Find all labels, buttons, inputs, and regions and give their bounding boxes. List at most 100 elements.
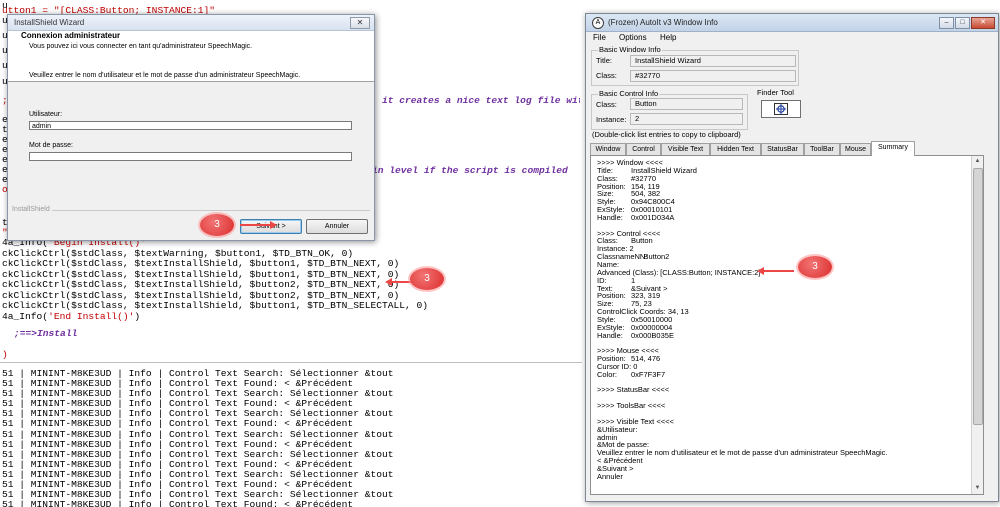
summary-value: [CLASS:Button; INSTANCE:2] <box>631 267 761 277</box>
code-line: ckClickCtrl($stdClass, $textInstallShiel… <box>2 301 428 311</box>
summary-value: Button <box>631 236 653 246</box>
summary-panel[interactable]: >>>> Window <<<< Title: InstallShield Wiza… <box>590 155 984 495</box>
summary-line[interactable]: Class: Button <box>591 237 983 245</box>
brand-divider <box>52 210 370 211</box>
summary-value: 0x000B035E <box>631 330 674 340</box>
summary-line[interactable]: >>>> Visible Text <<<< <box>591 417 983 426</box>
password-label: Mot de passe: <box>29 142 73 149</box>
tab-summary[interactable]: Summary <box>871 141 915 156</box>
basic-control-info-label: Basic Control Info <box>598 89 660 98</box>
step-badge: 3 <box>798 256 832 278</box>
window-class-field[interactable]: #32770 <box>630 70 796 82</box>
tab-mouse[interactable]: Mouse <box>840 143 871 155</box>
summary-value: 0x001D034A <box>631 212 675 222</box>
code-line: ckClickCtrl($stdClass, $textInstallShiel… <box>2 280 399 290</box>
summary-key: Annuler <box>597 471 623 481</box>
editor-close-paren: ) <box>2 349 8 360</box>
user-input[interactable]: admin <box>29 121 352 130</box>
minimize-icon[interactable]: – <box>939 17 954 29</box>
window-title-label: Title: <box>596 56 612 65</box>
autoit-app-icon: A <box>592 17 604 29</box>
menu-file[interactable]: File <box>593 33 606 42</box>
code-text: ckClickCtrl($stdClass, $textInstallShiel… <box>2 289 400 301</box>
tab-statusbar[interactable]: StatusBar <box>761 143 804 155</box>
autoit-titlebar[interactable]: A (Frozen) AutoIt v3 Window Info – □ ✕ <box>586 14 998 32</box>
summary-line[interactable]: >>>> StatusBar <<<< <box>591 386 983 394</box>
scroll-down-icon[interactable]: ▼ <box>973 484 982 493</box>
window-title-field[interactable]: InstallShield Wizard <box>630 55 796 67</box>
summary-line[interactable]: &Suivant > <box>591 464 983 473</box>
code-line: ckClickCtrl($stdClass, $textInstallShiel… <box>2 259 399 269</box>
maximize-icon[interactable]: □ <box>955 17 970 29</box>
scroll-thumb[interactable] <box>973 168 983 425</box>
user-label: Utilisateur: <box>29 111 63 118</box>
editor-install-comment: ;==>Install <box>14 328 78 339</box>
tab-hidden-text[interactable]: Hidden Text <box>710 143 761 155</box>
menu-help[interactable]: Help <box>660 33 676 42</box>
finder-tool-label: Finder Tool <box>757 88 794 97</box>
scroll-up-icon[interactable]: ▲ <box>973 157 982 166</box>
basic-window-info-label: Basic Window Info <box>598 45 662 54</box>
summary-line[interactable]: admin <box>591 433 983 442</box>
control-class-label: Class: <box>596 100 617 109</box>
finder-tool[interactable] <box>761 100 801 118</box>
code-text: ) <box>134 310 141 322</box>
summary-line[interactable]: Color: 0xF7F3F7 <box>591 369 983 379</box>
code-string: 'End Install()' <box>48 310 135 322</box>
window-class-label: Class: <box>596 71 617 80</box>
summary-key: Handle: <box>597 330 623 340</box>
autoit-title: (Frozen) AutoIt v3 Window Info <box>608 18 718 27</box>
installshield-dialog[interactable]: InstallShield Wizard ✕ Connexion adminis… <box>7 14 375 241</box>
step-badge: 3 <box>200 214 234 236</box>
crosshair-icon <box>774 103 788 115</box>
control-instance-field[interactable]: 2 <box>630 113 743 125</box>
copy-hint: (Double-click list entries to copy to cl… <box>592 130 741 139</box>
code-text: ckClickCtrl($stdClass, $textInstallShiel… <box>2 300 429 311</box>
cancel-button[interactable]: Annuler <box>306 219 368 234</box>
control-class-field[interactable]: Button <box>630 98 743 110</box>
code-line: ckClickCtrl($stdClass, $textInstallShiel… <box>2 289 400 301</box>
summary-line[interactable]: Position: 514, 476 <box>591 355 983 363</box>
summary-value: 0xF7F3F7 <box>631 369 666 379</box>
installshield-brand: InstallShield <box>12 206 50 213</box>
code-text: ckClickCtrl($stdClass, $textInstallShiel… <box>2 258 400 269</box>
close-icon[interactable]: ✕ <box>350 17 370 29</box>
code-text: ckClickCtrl($stdClass, $textInstallShiel… <box>2 279 400 290</box>
summary-line[interactable]: < &Précédent <box>591 457 983 465</box>
autoit-window-info[interactable]: A (Frozen) AutoIt v3 Window Info – □ ✕ F… <box>585 13 999 502</box>
code-text: 4a_Info( <box>2 310 49 322</box>
code-line: ckClickCtrl($stdClass, $textInstallShiel… <box>2 268 400 280</box>
tab-window[interactable]: Window <box>590 143 626 155</box>
summary-line[interactable]: Veuillez entrer le nom d'utilisateur et … <box>591 449 983 457</box>
output-console[interactable]: 51 | MININT-M8KE3UD | Info | Control Tex… <box>0 362 582 507</box>
tab-control[interactable]: Control <box>626 143 661 155</box>
summary-line[interactable]: ClassnameNN: Button2 <box>591 253 983 261</box>
summary-key: >>>> ToolsBar <<<< <box>597 401 666 411</box>
dialog-title: InstallShield Wizard <box>14 18 85 27</box>
code-text: ckClickCtrl($stdClass, $textInstallShiel… <box>2 268 400 280</box>
tab-toolbar[interactable]: ToolBar <box>804 143 840 155</box>
dialog-titlebar[interactable]: InstallShield Wizard ✕ <box>8 15 374 31</box>
dialog-heading: Connexion administrateur <box>21 31 121 40</box>
summary-line[interactable]: Annuler <box>591 471 983 481</box>
summary-scrollbar[interactable]: ▲ ▼ <box>971 156 983 494</box>
password-input[interactable] <box>29 152 352 161</box>
summary-key: Color: <box>597 369 618 379</box>
annotation-arrow <box>240 221 277 229</box>
editor-comment-fragment-2: in level if the script is compiled <box>372 165 568 176</box>
step-badge: 3 <box>410 268 444 290</box>
instructions-text: Veuillez entrer le nom d'utilisateur et … <box>29 72 301 79</box>
summary-line[interactable]: Handle: 0x000B035E <box>591 330 983 340</box>
annotation-arrow <box>760 270 794 272</box>
summary-key: Handle: <box>597 212 623 222</box>
menu-options[interactable]: Options <box>619 33 647 42</box>
tab-visible-text[interactable]: Visible Text <box>661 143 710 155</box>
close-icon[interactable]: ✕ <box>971 17 995 29</box>
summary-value: Button2 <box>631 252 670 262</box>
code-text: ckClickCtrl($stdClass, $textWarning, $bu… <box>2 247 354 259</box>
summary-line[interactable]: &Utilisateur: <box>591 425 983 434</box>
control-instance-label: Instance: <box>596 115 627 124</box>
summary-key: >>>> StatusBar <<<< <box>597 385 670 395</box>
summary-line[interactable]: Handle: 0x001D034A <box>591 212 983 222</box>
summary-line[interactable]: >>>> ToolsBar <<<< <box>591 402 983 410</box>
